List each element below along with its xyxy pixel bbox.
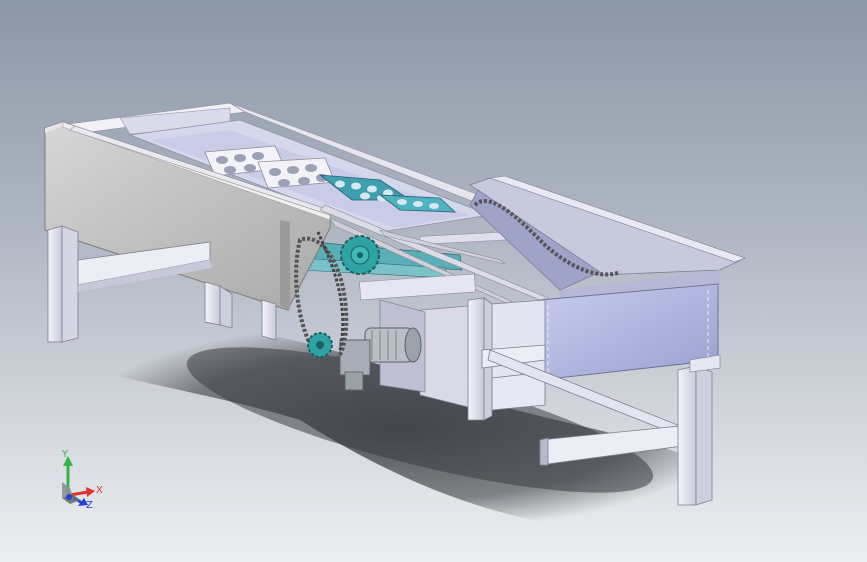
cad-viewport[interactable]: Y X Z	[0, 0, 867, 562]
sprocket-small	[307, 332, 333, 358]
y-axis-label: Y	[61, 449, 69, 460]
x-axis-label: X	[96, 485, 103, 496]
sprocket-large	[340, 235, 380, 275]
z-axis-label: Z	[86, 500, 93, 511]
cad-model-render: Y X Z	[44, 102, 747, 532]
hopper-box	[525, 283, 719, 381]
axis-triad: Y X Z	[61, 449, 103, 511]
